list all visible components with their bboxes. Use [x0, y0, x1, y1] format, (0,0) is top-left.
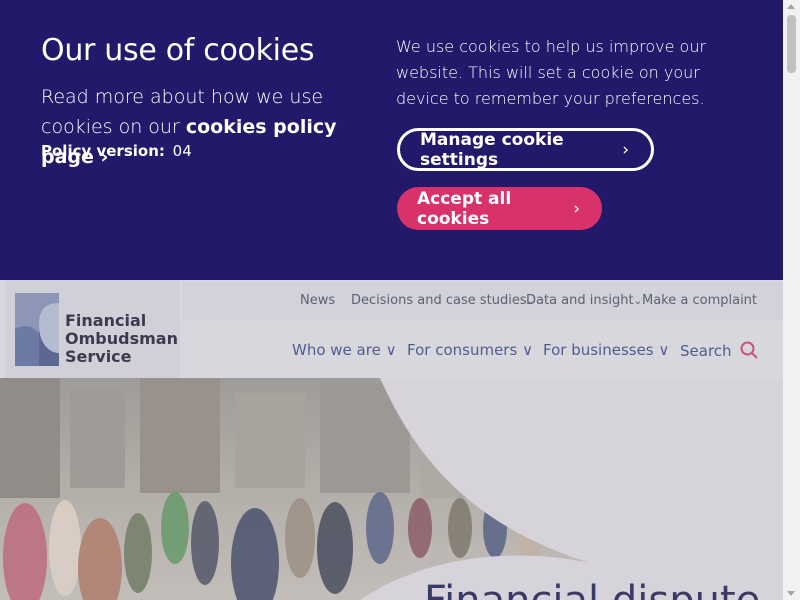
main-nav-for-businesses-label: For businesses [543, 341, 654, 359]
hero-title: Financial dispute [424, 578, 760, 600]
cookie-banner-title: Our use of cookies [41, 33, 315, 68]
page-scrollbar[interactable] [783, 0, 800, 600]
main-nav-for-consumers-label: For consumers [407, 341, 518, 359]
manage-cookie-settings-button[interactable]: Manage cookie settings › [397, 128, 654, 171]
logo-line-2: Ombudsman [65, 329, 178, 348]
logo-text: Financial Ombudsman Service [65, 312, 178, 366]
top-nav-decisions-label: Decisions and case studies [351, 293, 527, 308]
hero-crowd-image [0, 378, 783, 600]
accept-all-cookies-button[interactable]: Accept all cookies › [397, 187, 602, 230]
scrollbar-thumb[interactable] [787, 15, 796, 73]
main-nav-who-we-are-label: Who we are [292, 341, 381, 359]
chevron-down-icon: ∨ [658, 341, 670, 359]
top-nav-make-complaint[interactable]: Make a complaint [642, 293, 757, 308]
policy-version-value: 04 [172, 142, 192, 160]
cookie-description: We use cookies to help us improve our we… [396, 37, 707, 108]
logo[interactable]: Financial Ombudsman Service [5, 280, 180, 378]
logo-line-3: Service [65, 347, 132, 366]
top-nav-data-insight-label: Data and insight [526, 293, 634, 308]
site-header: Financial Ombudsman Service News Decisio… [0, 280, 783, 378]
top-nav-news[interactable]: News [300, 293, 335, 308]
logo-line-1: Financial [65, 311, 147, 330]
search-button[interactable]: Search [680, 341, 759, 360]
chevron-down-icon: ∨ [522, 341, 534, 359]
top-nav-decisions[interactable]: Decisions and case studies⌄ [351, 293, 535, 308]
cookie-banner: Our use of cookies Read more about how w… [0, 0, 783, 280]
main-nav-for-consumers[interactable]: For consumers ∨ [407, 341, 533, 359]
policy-version: Policy version: 04 [41, 142, 192, 160]
search-icon [740, 341, 759, 359]
scroll-up-arrow-icon[interactable] [787, 4, 795, 9]
chevron-down-icon: ∨ [385, 341, 397, 359]
policy-version-label: Policy version: [41, 142, 165, 160]
site-content: Financial Ombudsman Service News Decisio… [0, 280, 783, 600]
hero: Financial dispute [0, 378, 783, 600]
manage-cookie-settings-label: Manage cookie settings [420, 129, 564, 170]
main-nav-who-we-are[interactable]: Who we are ∨ [292, 341, 397, 359]
search-label: Search [680, 342, 732, 360]
chevron-right-icon: › [622, 139, 629, 160]
chevron-right-icon: › [573, 198, 580, 219]
top-nav-data-insight[interactable]: Data and insight⌄ [526, 293, 642, 308]
accept-all-cookies-label: Accept all cookies [417, 188, 512, 229]
top-nav: News Decisions and case studies⌄ Data an… [182, 282, 783, 320]
scroll-down-arrow-icon[interactable] [787, 591, 795, 596]
chevron-down-icon: ⌄ [633, 296, 642, 307]
main-nav-for-businesses[interactable]: For businesses ∨ [543, 341, 669, 359]
fos-logo-icon [15, 293, 59, 366]
